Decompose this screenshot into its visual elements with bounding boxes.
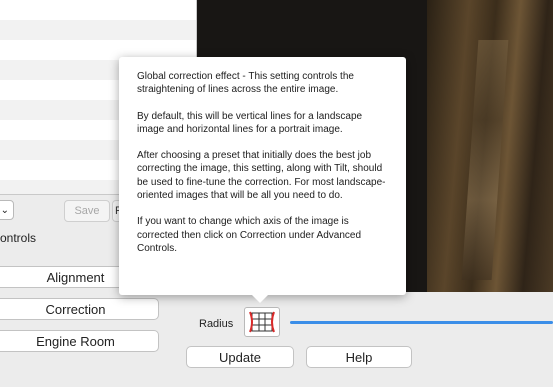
tooltip-paragraph: After choosing a preset that initially d… [137, 150, 386, 202]
grid-distortion-icon[interactable] [244, 307, 280, 337]
update-button[interactable]: Update [186, 346, 294, 368]
tooltip-paragraph: If you want to change which axis of the … [137, 216, 362, 254]
radius-slider[interactable] [290, 321, 553, 324]
save-button[interactable]: Save [64, 200, 110, 222]
tooltip-paragraph: By default, this will be vertical lines … [137, 110, 363, 135]
help-tooltip: Global correction effect - This setting … [119, 57, 406, 295]
help-button[interactable]: Help [306, 346, 412, 368]
preset-select[interactable]: ⌄ [0, 200, 14, 220]
list-item[interactable] [0, 20, 196, 40]
engine-room-button[interactable]: Engine Room [0, 330, 159, 352]
advanced-controls-label: ontrols [0, 231, 37, 245]
tooltip-paragraph: Global correction effect - This setting … [137, 71, 354, 96]
correction-button[interactable]: Correction [0, 298, 159, 320]
list-item[interactable] [0, 0, 196, 20]
tooltip-arrow [250, 293, 270, 303]
radius-label: Radius [199, 318, 234, 330]
